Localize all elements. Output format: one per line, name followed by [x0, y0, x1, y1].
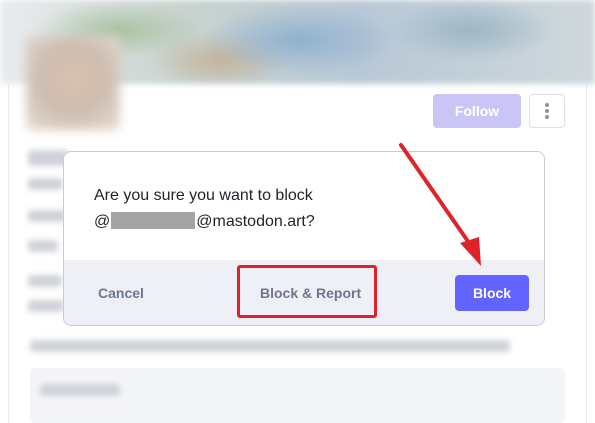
annotation-arrow-icon	[399, 143, 481, 266]
